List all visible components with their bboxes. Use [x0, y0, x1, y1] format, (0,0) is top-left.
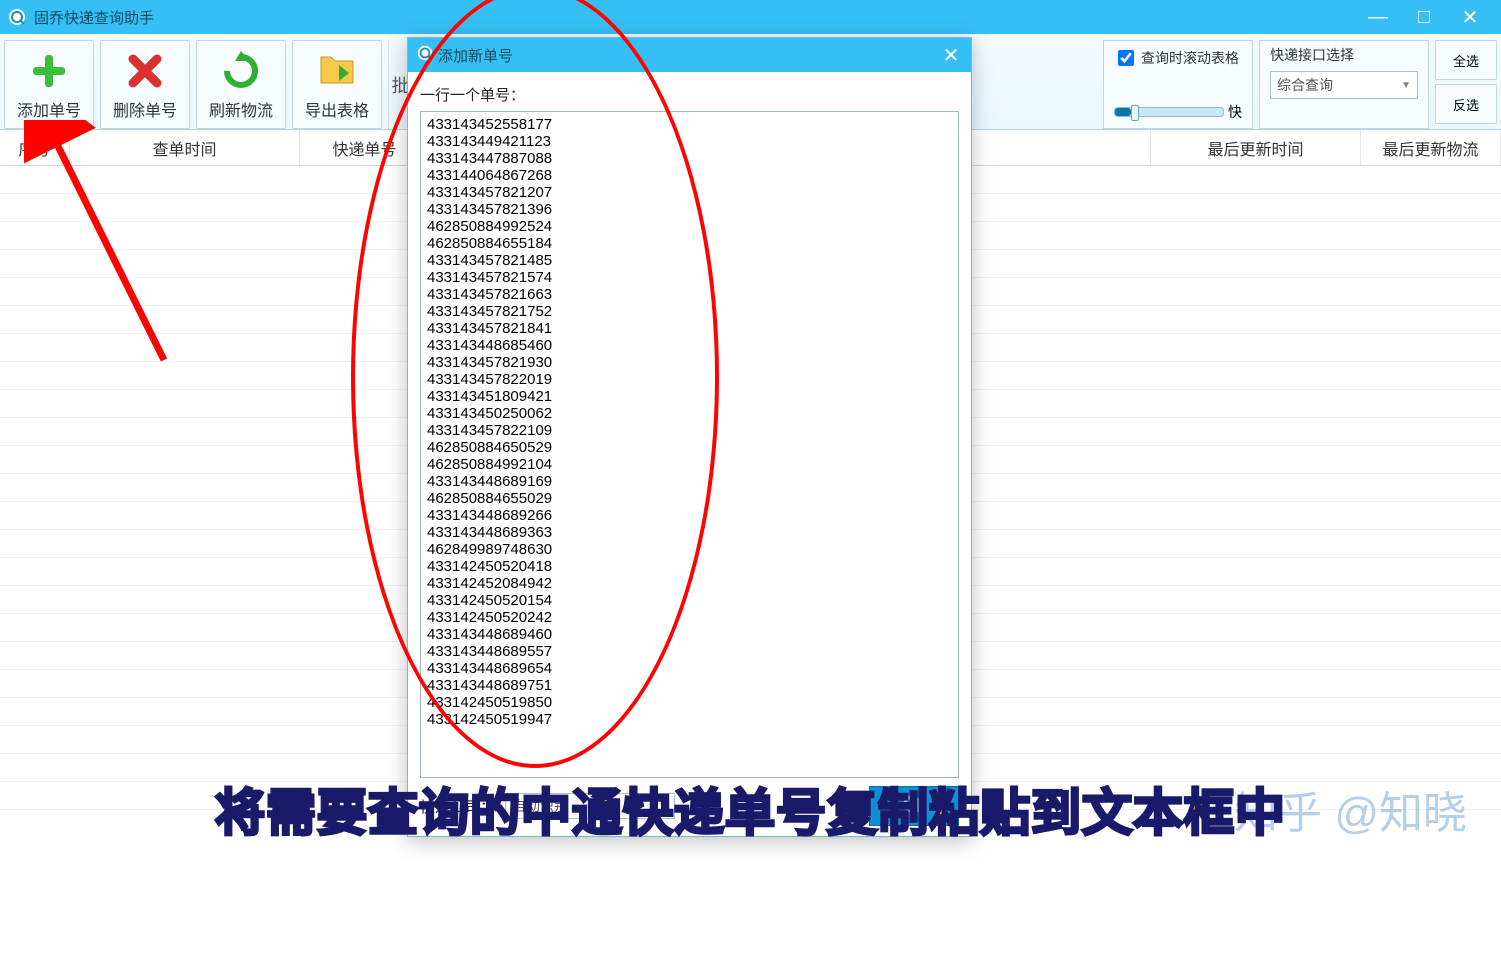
add-tracking-label: 添加单号 [17, 97, 81, 121]
export-button[interactable]: 导出表格 [292, 40, 382, 129]
chevron-down-icon: ▼ [658, 801, 668, 812]
invert-selection-button[interactable]: 反选 [1435, 84, 1497, 124]
modal-hint: 一行一个单号： [420, 84, 959, 105]
cross-icon [125, 49, 165, 93]
refresh-icon [221, 49, 261, 93]
scroll-checkbox-row[interactable]: 查询时滚动表格 [1114, 47, 1242, 69]
minimize-button[interactable]: — [1367, 6, 1389, 28]
col-query-time[interactable]: 查单时间 [70, 130, 300, 165]
interface-value: 综合查询 [1277, 75, 1333, 95]
scroll-checkbox-label: 查询时滚动表格 [1141, 48, 1239, 68]
search-icon [900, 792, 928, 820]
modal-app-icon [416, 44, 434, 66]
company-select[interactable]: 自动识别 ▼ [505, 793, 675, 819]
app-icon [6, 6, 28, 28]
col-last-logistics[interactable]: 最后更新物流 [1361, 130, 1501, 165]
delete-tracking-button[interactable]: 删除单号 [100, 40, 190, 129]
close-button[interactable]: ✕ [1459, 6, 1481, 28]
scroll-checkbox[interactable] [1118, 50, 1134, 66]
maximize-button[interactable]: □ [1413, 6, 1435, 28]
scroll-speed-group: 查询时滚动表格 快 [1103, 40, 1253, 129]
chevron-down-icon: ▼ [1401, 80, 1411, 91]
company-label: 快递公司： [420, 796, 495, 817]
refresh-label: 刷新物流 [209, 97, 273, 121]
add-tracking-modal: 添加新单号 ✕ 一行一个单号： 433143452558177 43314344… [407, 37, 972, 837]
interface-title: 快递接口选择 [1270, 45, 1418, 65]
export-label: 导出表格 [305, 97, 369, 121]
select-all-button[interactable]: 全选 [1435, 40, 1497, 80]
plus-icon [29, 49, 69, 93]
col-seq[interactable]: 序号 [0, 130, 70, 165]
speed-slider[interactable] [1114, 107, 1224, 117]
tracking-numbers-textarea[interactable]: 433143452558177 433143449421123 43314344… [420, 111, 959, 778]
modal-title: 添加新单号 [438, 45, 513, 66]
speed-fast-label: 快 [1228, 102, 1242, 122]
delete-tracking-label: 删除单号 [113, 97, 177, 121]
modal-close-button[interactable]: ✕ [939, 43, 963, 68]
invert-selection-label: 反选 [1453, 95, 1479, 114]
modal-search-button[interactable] [869, 786, 959, 826]
app-title: 固乔快递查询助手 [34, 7, 154, 28]
titlebar: 固乔快递查询助手 — □ ✕ [0, 0, 1501, 34]
folder-export-icon [317, 49, 357, 93]
modal-titlebar: 添加新单号 ✕ [408, 38, 971, 72]
refresh-button[interactable]: 刷新物流 [196, 40, 286, 129]
company-value: 自动识别 [512, 796, 568, 816]
interface-group: 快递接口选择 综合查询 ▼ [1259, 40, 1429, 129]
col-last-update[interactable]: 最后更新时间 [1151, 130, 1361, 165]
add-tracking-button[interactable]: 添加单号 [4, 40, 94, 129]
select-all-label: 全选 [1453, 51, 1479, 70]
interface-select[interactable]: 综合查询 ▼ [1270, 71, 1418, 99]
